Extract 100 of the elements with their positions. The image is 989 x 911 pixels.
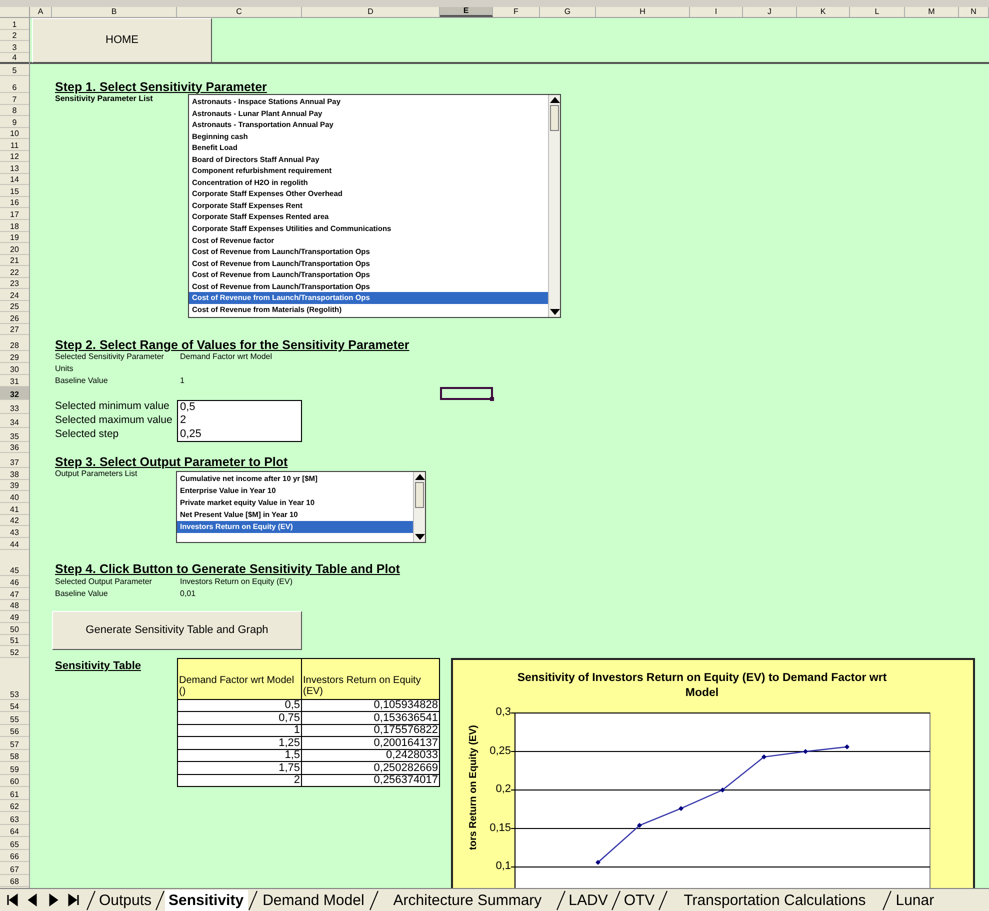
row-header[interactable]: 26	[0, 312, 29, 324]
column-header[interactable]: F	[493, 7, 540, 17]
row-header[interactable]: 63	[0, 812, 29, 825]
row-header[interactable]: 52	[0, 646, 29, 658]
row-header[interactable]: 37	[0, 453, 29, 468]
row-header[interactable]: 5	[0, 64, 29, 76]
row-header[interactable]: 66	[0, 850, 29, 862]
column-header[interactable]: A	[30, 7, 52, 17]
row-header[interactable]: 3	[0, 41, 29, 52]
scroll-down-icon[interactable]	[414, 532, 425, 542]
row-header[interactable]: 53	[0, 658, 29, 700]
row-header[interactable]: 41	[0, 503, 29, 515]
row-header[interactable]: 32	[0, 386, 29, 400]
row-header[interactable]: 49	[0, 611, 29, 623]
column-header[interactable]: G	[540, 7, 596, 17]
row-header[interactable]: 40	[0, 491, 29, 504]
row-header[interactable]: 20	[0, 243, 29, 255]
column-header[interactable]: J	[743, 7, 797, 17]
row-header[interactable]: 64	[0, 824, 29, 838]
row-header[interactable]: 67	[0, 862, 29, 875]
row-header[interactable]: 48	[0, 600, 29, 612]
scrollbar-thumb[interactable]	[550, 105, 559, 131]
row-header[interactable]: 56	[0, 724, 29, 738]
previous-sheet-icon[interactable]	[26, 893, 40, 907]
row-header[interactable]: 34	[0, 414, 29, 428]
row-header[interactable]: 13	[0, 162, 29, 174]
column-header[interactable]: L	[850, 7, 905, 17]
row-header[interactable]: 15	[0, 185, 29, 197]
row-header[interactable]: 33	[0, 400, 29, 414]
tab-separator	[86, 889, 96, 911]
row-header[interactable]: 23	[0, 278, 29, 290]
last-sheet-icon[interactable]	[66, 893, 80, 907]
row-header[interactable]: 30	[0, 363, 29, 375]
row-header[interactable]: 7	[0, 93, 29, 105]
row-header[interactable]: 17	[0, 208, 29, 220]
row-header[interactable]: 8	[0, 104, 29, 116]
list-label: Sensitivity Parameter List	[54, 94, 153, 105]
row-header[interactable]: 47	[0, 588, 29, 600]
column-header[interactable]: I	[690, 7, 743, 17]
row-header[interactable]: 62	[0, 800, 29, 812]
scrollbar[interactable]	[413, 472, 425, 542]
row-header[interactable]: 9	[0, 116, 29, 128]
row-header[interactable]: 19	[0, 232, 29, 244]
scrollbar-thumb[interactable]	[415, 482, 424, 508]
row-header[interactable]: 14	[0, 174, 29, 186]
row-header[interactable]: 57	[0, 737, 29, 750]
row-header[interactable]: 61	[0, 787, 29, 800]
scroll-down-icon[interactable]	[549, 307, 560, 317]
row-header[interactable]: 6	[0, 76, 29, 93]
row-header[interactable]: 55	[0, 712, 29, 725]
row-header[interactable]: 44	[0, 538, 29, 550]
row-header[interactable]: 42	[0, 514, 29, 526]
row-header[interactable]: 2	[0, 30, 29, 41]
row-header[interactable]: 29	[0, 351, 29, 364]
tab-separator	[882, 889, 892, 911]
row-header[interactable]: 39	[0, 480, 29, 492]
value-cell[interactable]: 0,25	[177, 428, 302, 442]
row-header[interactable]: 65	[0, 837, 29, 850]
row-header[interactable]: 22	[0, 266, 29, 278]
column-header[interactable]: M	[905, 7, 959, 17]
row-header[interactable]: 46	[0, 576, 29, 588]
row-header[interactable]: 58	[0, 750, 29, 762]
value-cell[interactable]: 2	[177, 414, 302, 428]
row-header[interactable]: 68	[0, 874, 29, 888]
row-header[interactable]: 27	[0, 324, 29, 336]
column-header[interactable]: E	[440, 7, 493, 17]
value-cell[interactable]: 0,5	[177, 400, 302, 414]
sheet-button[interactable]: Generate Sensitivity Table and Graph	[52, 611, 302, 650]
column-header[interactable]: H	[596, 7, 690, 17]
row-header[interactable]: 25	[0, 300, 29, 312]
data-point	[762, 754, 766, 760]
row-header[interactable]: 38	[0, 468, 29, 480]
column-header[interactable]: C	[177, 7, 302, 17]
column-header[interactable]: B	[52, 7, 177, 17]
row-header[interactable]: 51	[0, 634, 29, 646]
row-header[interactable]: 45	[0, 550, 29, 576]
selected-cell[interactable]	[440, 386, 493, 400]
column-header[interactable]: K	[797, 7, 850, 17]
row-header[interactable]: 10	[0, 128, 29, 140]
sheet-tab[interactable]: Sensitivity	[164, 890, 248, 910]
row-header[interactable]: 60	[0, 774, 29, 788]
row-header[interactable]: 36	[0, 442, 29, 454]
scrollbar[interactable]	[548, 95, 560, 317]
row-header[interactable]: 28	[0, 335, 29, 352]
row-header[interactable]: 59	[0, 762, 29, 775]
row-header[interactable]: 1	[0, 18, 29, 30]
row-header[interactable]: 24	[0, 289, 29, 301]
row-header[interactable]: 54	[0, 700, 29, 712]
row-header[interactable]: 35	[0, 428, 29, 442]
first-sheet-icon[interactable]	[6, 893, 20, 907]
row-header[interactable]: 12	[0, 150, 29, 162]
sheet-button[interactable]: HOME	[32, 18, 212, 63]
row-header[interactable]: 11	[0, 139, 29, 151]
row-header[interactable]: 16	[0, 196, 29, 208]
row-header[interactable]: 18	[0, 220, 29, 232]
table-title: Sensitivity Table	[54, 658, 142, 674]
row-header[interactable]: 21	[0, 254, 29, 266]
row-header[interactable]: 50	[0, 622, 29, 635]
row-header[interactable]: 43	[0, 526, 29, 538]
column-header[interactable]: N	[959, 7, 989, 17]
